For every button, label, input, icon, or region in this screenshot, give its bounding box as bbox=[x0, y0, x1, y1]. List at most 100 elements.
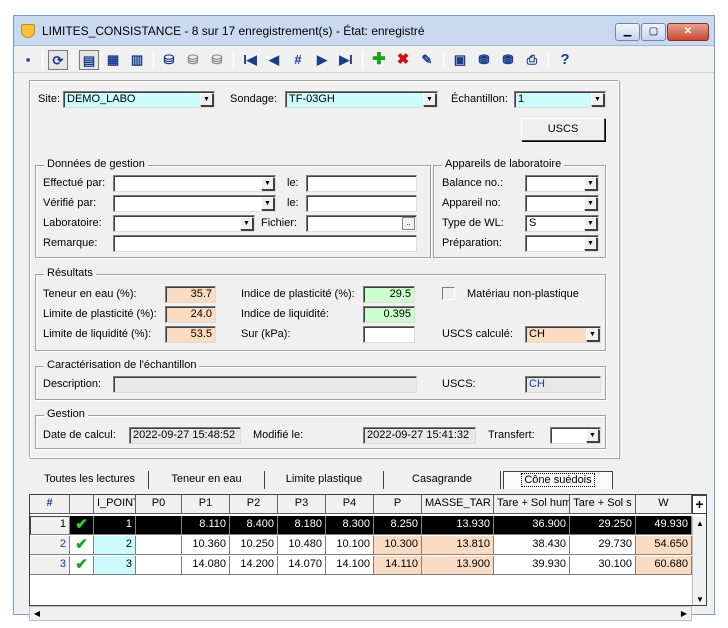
sondage-select[interactable]: TF-03GH ▼ bbox=[285, 91, 438, 108]
table-cell-masse[interactable]: 13.900 bbox=[422, 556, 494, 575]
last-icon[interactable]: ▶I bbox=[336, 50, 356, 70]
column-header[interactable]: W bbox=[636, 495, 692, 514]
db-icon[interactable]: ⛁ bbox=[159, 50, 179, 70]
edit-icon[interactable]: ✎ bbox=[417, 50, 437, 70]
table-cell-p0[interactable] bbox=[136, 516, 182, 535]
db-copy-icon[interactable]: ⛁ bbox=[183, 50, 203, 70]
lp-value[interactable]: 24.0 bbox=[165, 306, 216, 323]
table-cell-p1[interactable]: 14.080 bbox=[182, 556, 230, 575]
table-cell-p4[interactable]: 8.300 bbox=[326, 516, 374, 535]
form-view-icon[interactable]: ▤ bbox=[79, 50, 99, 70]
next-icon[interactable]: ▶ bbox=[312, 50, 332, 70]
refresh-icon[interactable]: ⟳ bbox=[48, 50, 68, 70]
modifie-value[interactable]: 2022-09-27 15:41:32 bbox=[363, 427, 476, 444]
table-cell-p2[interactable]: 8.400 bbox=[230, 516, 278, 535]
print-icon[interactable]: ⎙ bbox=[522, 50, 542, 70]
add-column-icon[interactable]: + bbox=[692, 495, 706, 514]
uscs-value[interactable]: CH bbox=[525, 376, 601, 393]
table-cell-p2[interactable]: 14.200 bbox=[230, 556, 278, 575]
table-cell-ipoint[interactable]: 2 bbox=[94, 536, 136, 555]
il-value[interactable]: 0.395 bbox=[363, 306, 415, 323]
ll-value[interactable]: 53.5 bbox=[165, 326, 216, 343]
labo-select[interactable]: ▼ bbox=[113, 215, 255, 232]
table-cell-hum[interactable]: 38.430 bbox=[494, 536, 570, 555]
table-cell-p2[interactable]: 10.250 bbox=[230, 536, 278, 555]
teneur-value[interactable]: 35.7 bbox=[165, 286, 216, 303]
column-header[interactable]: P4 bbox=[326, 495, 374, 514]
checkmark-icon[interactable]: ✔ bbox=[70, 516, 94, 535]
column-header[interactable] bbox=[70, 495, 94, 514]
table-cell-w[interactable]: 49.930 bbox=[636, 516, 692, 535]
chevron-down-icon[interactable]: ▼ bbox=[423, 93, 436, 106]
date-calc-value[interactable]: 2022-09-27 15:48:52 bbox=[129, 427, 241, 444]
chevron-down-icon[interactable]: ▼ bbox=[591, 93, 604, 106]
checkmark-icon[interactable]: ✔ bbox=[70, 536, 94, 555]
scroll-right-icon[interactable]: ▶ bbox=[677, 607, 691, 621]
vertical-scrollbar[interactable]: ▲ ▼ bbox=[692, 517, 706, 605]
table-cell-w[interactable]: 60.680 bbox=[636, 556, 692, 575]
table-cell-sec[interactable]: 30.100 bbox=[570, 556, 636, 575]
effectue-date-input[interactable] bbox=[306, 175, 417, 192]
table-cell-w[interactable]: 54.650 bbox=[636, 536, 692, 555]
column-header[interactable]: MASSE_TAR bbox=[422, 495, 494, 514]
export-icon[interactable]: ⛃ bbox=[474, 50, 494, 70]
chevron-down-icon[interactable]: ▼ bbox=[261, 197, 274, 210]
sur-input[interactable] bbox=[363, 326, 415, 343]
effectue-select[interactable]: ▼ bbox=[113, 175, 276, 192]
table-cell-ipoint[interactable]: 3 bbox=[94, 556, 136, 575]
site-select[interactable]: DEMO_LABO ▼ bbox=[63, 91, 215, 108]
chevron-down-icon[interactable]: ▼ bbox=[586, 429, 599, 442]
chevron-down-icon[interactable]: ▼ bbox=[200, 93, 213, 106]
tab-teneur-eau[interactable]: Teneur en eau bbox=[149, 471, 265, 489]
row-number[interactable]: 3 bbox=[30, 556, 70, 575]
tab-toutes-lectures[interactable]: Toutes les lectures bbox=[31, 471, 149, 489]
chevron-down-icon[interactable]: ▼ bbox=[240, 217, 253, 230]
verifie-date-input[interactable] bbox=[306, 195, 417, 212]
type-wl-select[interactable]: S ▼ bbox=[525, 215, 599, 232]
list-view-icon[interactable]: ▥ bbox=[127, 50, 147, 70]
transfert-select[interactable]: ▼ bbox=[550, 427, 601, 444]
echantillon-select[interactable]: 1 ▼ bbox=[514, 91, 606, 108]
verifie-select[interactable]: ▼ bbox=[113, 195, 276, 212]
appareil-select[interactable]: ▼ bbox=[525, 195, 599, 212]
table-cell-ipoint[interactable]: 1 bbox=[94, 516, 136, 535]
table-cell-p0[interactable] bbox=[136, 536, 182, 555]
column-header[interactable]: P1 bbox=[182, 495, 230, 514]
scroll-left-icon[interactable]: ◀ bbox=[30, 607, 44, 621]
chevron-down-icon[interactable]: ▼ bbox=[584, 237, 597, 250]
column-header[interactable]: P bbox=[374, 495, 422, 514]
table-cell-p1[interactable]: 10.360 bbox=[182, 536, 230, 555]
column-header[interactable]: P2 bbox=[230, 495, 278, 514]
table-cell-hum[interactable]: 36.900 bbox=[494, 516, 570, 535]
close-button[interactable]: ✕ bbox=[667, 23, 709, 41]
tab-cone-suedois[interactable]: Cône suédois bbox=[503, 471, 613, 489]
non-plastique-checkbox[interactable] bbox=[442, 287, 455, 300]
scroll-up-icon[interactable]: ▲ bbox=[693, 517, 706, 531]
fichier-input[interactable]: .. bbox=[306, 215, 417, 232]
save-icon[interactable]: ▪ bbox=[18, 50, 38, 70]
table-cell-p3[interactable]: 10.480 bbox=[278, 536, 326, 555]
table-cell-p[interactable]: 10.300 bbox=[374, 536, 422, 555]
table-cell-masse[interactable]: 13.810 bbox=[422, 536, 494, 555]
table-cell-p1[interactable]: 8.110 bbox=[182, 516, 230, 535]
horizontal-scrollbar[interactable]: ◀ ▶ bbox=[29, 606, 692, 621]
uscs-calc-select[interactable]: CH ▼ bbox=[525, 326, 601, 343]
browse-icon[interactable]: .. bbox=[402, 217, 415, 230]
ip-value[interactable]: 29.5 bbox=[363, 286, 415, 303]
column-header[interactable]: I_POINT bbox=[94, 495, 136, 514]
uscs-button[interactable]: USCS bbox=[521, 118, 605, 141]
chevron-down-icon[interactable]: ▼ bbox=[584, 217, 597, 230]
help-icon[interactable]: ? bbox=[555, 50, 575, 70]
description-input[interactable] bbox=[113, 376, 417, 393]
table-cell-hum[interactable]: 39.930 bbox=[494, 556, 570, 575]
table-cell-sec[interactable]: 29.730 bbox=[570, 536, 636, 555]
row-number[interactable]: 2 bbox=[30, 536, 70, 555]
table-cell-p[interactable]: 14.110 bbox=[374, 556, 422, 575]
minimize-button[interactable]: ▁ bbox=[615, 23, 640, 41]
table-cell-p3[interactable]: 14.070 bbox=[278, 556, 326, 575]
chevron-down-icon[interactable]: ▼ bbox=[586, 328, 599, 341]
table-cell-p[interactable]: 8.250 bbox=[374, 516, 422, 535]
delete-icon[interactable]: ✖ bbox=[393, 50, 413, 70]
report-icon[interactable]: ▣ bbox=[450, 50, 470, 70]
table-cell-sec[interactable]: 29.250 bbox=[570, 516, 636, 535]
